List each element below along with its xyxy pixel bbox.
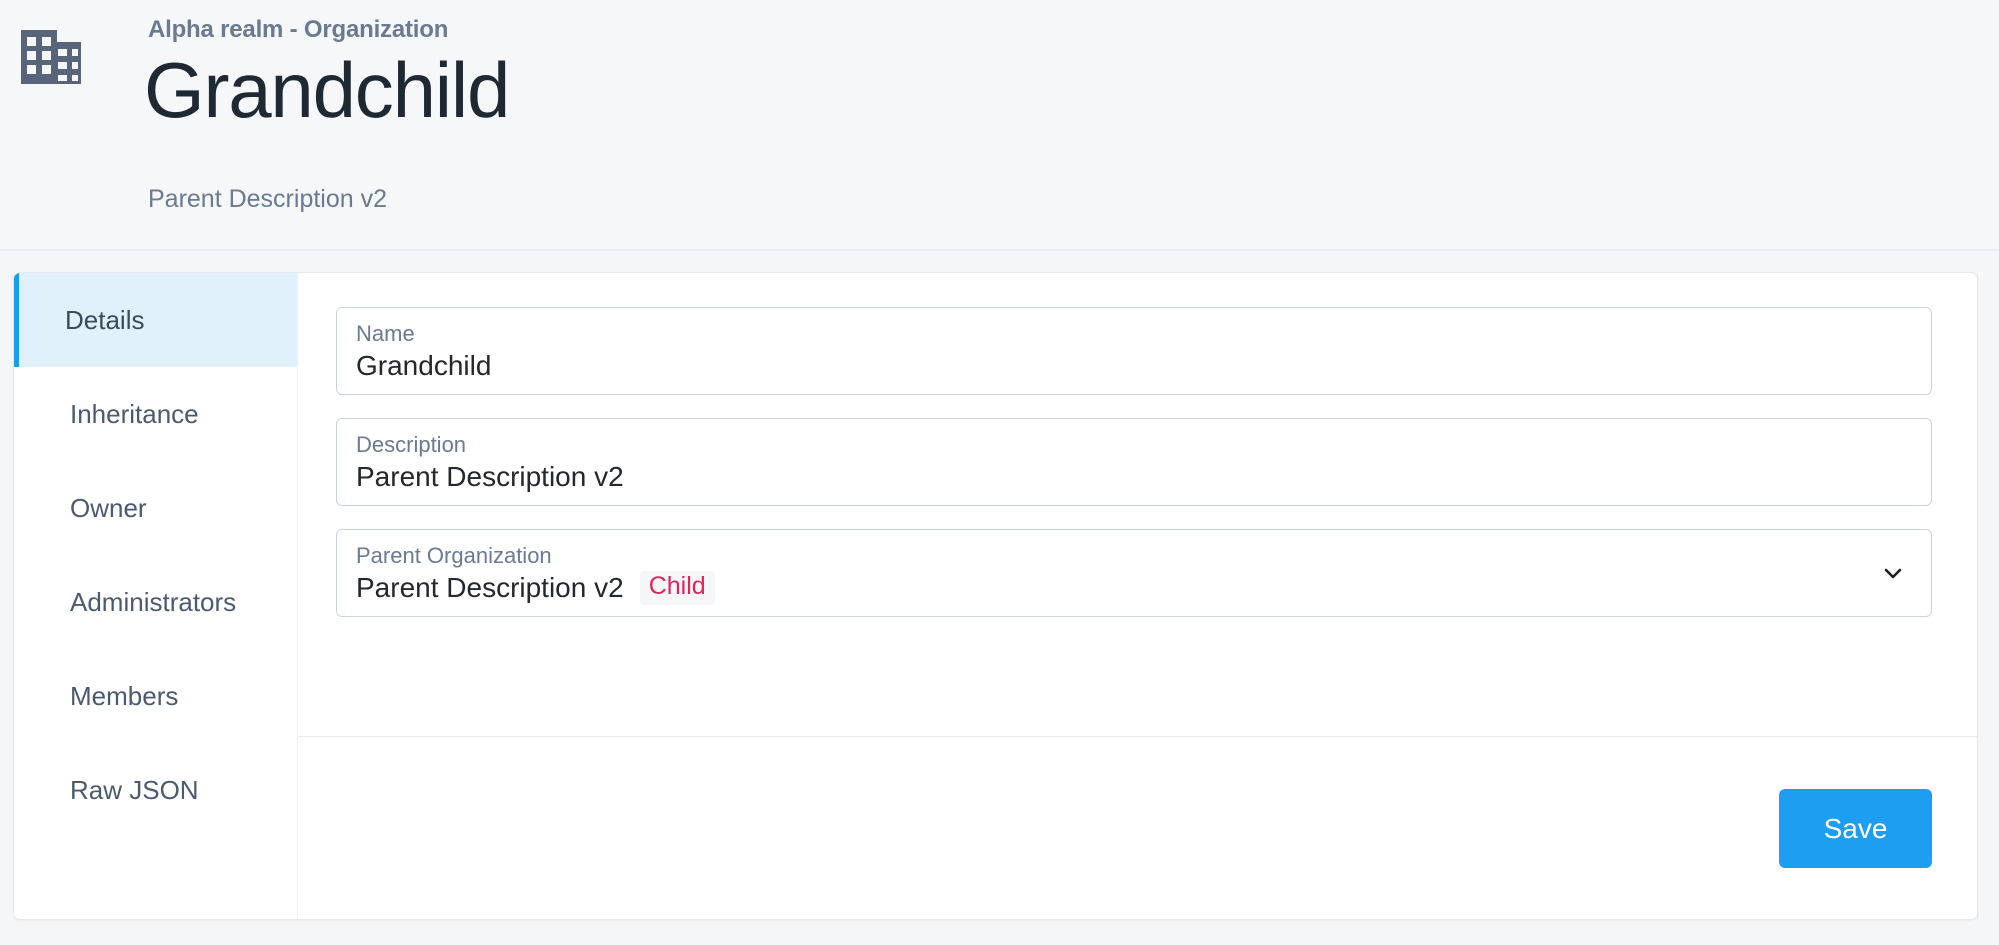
organization-details-page: Alpha realm - Organization Grandchild Pa…	[0, 0, 1999, 945]
name-field[interactable]: Name Grandchild	[336, 307, 1932, 395]
sidebar-item-label: Owner	[70, 492, 147, 523]
parent-organization-row: Parent Description v2 Child	[356, 571, 1909, 605]
breadcrumb: Alpha realm - Organization	[148, 16, 449, 43]
parent-organization-badge: Child	[639, 571, 715, 605]
page-title: Grandchild	[144, 46, 510, 134]
sidebar-item-label: Raw JSON	[70, 774, 199, 805]
parent-organization-label: Parent Organization	[356, 543, 552, 568]
page-subtitle: Parent Description v2	[148, 185, 388, 213]
chevron-down-icon[interactable]	[1882, 562, 1904, 584]
sidebar-item-details[interactable]: Details	[14, 273, 297, 367]
sidebar-item-label: Details	[65, 304, 145, 335]
description-field-value: Parent Description v2	[356, 461, 624, 493]
form-area: Name Grandchild Description Parent Descr…	[298, 273, 1977, 617]
name-field-value: Grandchild	[356, 350, 492, 382]
name-field-label: Name	[356, 321, 415, 346]
description-field-label: Description	[356, 432, 467, 457]
sidebar-item-label: Inheritance	[70, 398, 199, 429]
card-sidebar-nav: Details Inheritance Owner Administrators…	[14, 273, 298, 919]
sidebar-item-owner[interactable]: Owner	[14, 461, 297, 555]
sidebar-item-inheritance[interactable]: Inheritance	[14, 367, 297, 461]
sidebar-item-administrators[interactable]: Administrators	[14, 555, 297, 649]
card-footer: Save	[298, 737, 1977, 919]
sidebar-item-members[interactable]: Members	[14, 649, 297, 743]
organization-building-icon	[17, 26, 85, 88]
sidebar-item-raw-json[interactable]: Raw JSON	[14, 743, 297, 837]
parent-organization-value: Parent Description v2	[356, 572, 624, 604]
description-field-row: Parent Description v2	[356, 460, 1909, 494]
sidebar-item-label: Members	[70, 680, 179, 711]
description-field[interactable]: Description Parent Description v2	[336, 418, 1932, 506]
sidebar-item-label: Administrators	[70, 586, 237, 617]
details-form-panel: Name Grandchild Description Parent Descr…	[298, 273, 1977, 919]
parent-organization-select[interactable]: Parent Organization Parent Description v…	[336, 529, 1932, 617]
save-button[interactable]: Save	[1779, 789, 1932, 868]
page-header: Alpha realm - Organization Grandchild Pa…	[0, 0, 1999, 251]
name-field-row: Grandchild	[356, 349, 1909, 383]
details-card: Details Inheritance Owner Administrators…	[13, 272, 1978, 920]
